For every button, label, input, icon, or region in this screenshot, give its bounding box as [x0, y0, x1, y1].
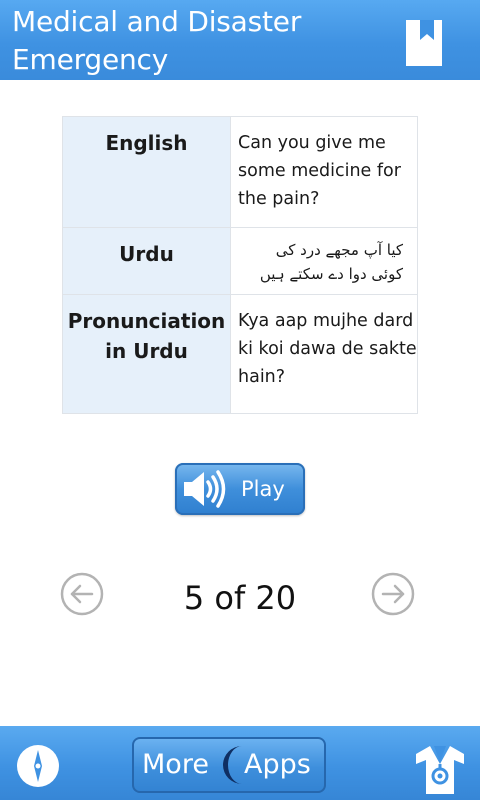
more-apps-button[interactable]: More Apps: [132, 737, 326, 793]
page-title: Medical and Disaster Emergency: [12, 3, 392, 79]
table-row: English Can you give me some medicine fo…: [62, 116, 418, 228]
play-button[interactable]: Play: [175, 463, 305, 515]
pronunciation-label-line-2: in Urdu: [105, 339, 188, 363]
label-cell: English: [62, 116, 231, 228]
table-row: Pronunciation in Urdu Kya aap mujhe dard…: [62, 294, 418, 414]
compass-icon[interactable]: [14, 742, 62, 790]
pronunciation-phrase: Kya aap mujhe dard ki koi dawa de sakte …: [238, 311, 417, 387]
english-phrase: Can you give me some medicine for the pa…: [238, 133, 401, 209]
label-cell: Urdu: [62, 227, 231, 295]
english-label: English: [105, 131, 188, 155]
value-cell: Kya aap mujhe dard ki koi dawa de sakte …: [230, 294, 418, 414]
pronunciation-label: Pronunciation in Urdu: [63, 295, 230, 366]
title-line-2: Emergency: [12, 43, 169, 76]
apps-label: Apps: [244, 749, 311, 780]
doctor-icon[interactable]: [412, 736, 468, 794]
phrase-table: English Can you give me some medicine fo…: [62, 116, 418, 414]
page-indicator: 5 of 20: [183, 579, 297, 617]
value-cell: Can you give me some medicine for the pa…: [230, 116, 418, 228]
speaker-icon: [181, 468, 229, 510]
arrow-right-icon: [371, 572, 415, 616]
header-bar: Medical and Disaster Emergency: [0, 0, 480, 80]
urdu-label: Urdu: [119, 242, 174, 266]
label-cell: Pronunciation in Urdu: [62, 294, 231, 414]
arrow-left-icon: [60, 572, 104, 616]
previous-button[interactable]: [59, 571, 105, 617]
next-button[interactable]: [370, 571, 416, 617]
value-cell: کیا آپ مجھے درد کی کوئی دوا دے سکتے ہیں: [230, 227, 418, 295]
bottom-bar: More Apps: [0, 726, 480, 800]
bookmark-icon[interactable]: [404, 18, 444, 68]
table-row: Urdu کیا آپ مجھے درد کی کوئی دوا دے سکتے…: [62, 227, 418, 295]
more-label: More: [142, 749, 209, 780]
title-line-1: Medical and Disaster: [12, 5, 302, 38]
play-label: Play: [241, 477, 285, 501]
urdu-phrase: کیا آپ مجھے درد کی کوئی دوا دے سکتے ہیں: [259, 241, 403, 283]
pronunciation-label-line-1: Pronunciation: [67, 309, 226, 333]
